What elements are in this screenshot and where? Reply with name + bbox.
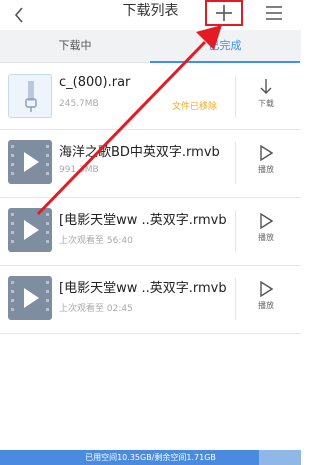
storage-text: 已用空间10.35GB/剩余空间1.71GB bbox=[85, 453, 216, 462]
plus-icon bbox=[216, 5, 232, 21]
action-label: 下载 bbox=[258, 99, 274, 108]
file-thumbnail bbox=[8, 74, 52, 118]
list-item[interactable]: 海洋之歌BD中英双字.rmvb 991.3MB 播放 bbox=[0, 130, 301, 198]
tab-downloading[interactable]: 下载中 bbox=[0, 30, 150, 63]
tab-completed[interactable]: 已完成 bbox=[150, 30, 300, 63]
chevron-left-icon bbox=[14, 7, 23, 23]
page-title: 下载列表 bbox=[122, 3, 179, 19]
video-thumbnail bbox=[8, 208, 52, 252]
tab-bar: 下载中 已完成 bbox=[0, 30, 301, 63]
file-icon bbox=[25, 81, 37, 112]
action-label: 播放 bbox=[258, 301, 274, 310]
file-name: 海洋之歌BD中英双字.rmvb bbox=[59, 145, 220, 160]
download-list: c_(800).rar 245.7MB 文件已移除 下载 海洋之歌BD中英双字.… bbox=[0, 64, 301, 334]
file-name: c_(800).rar bbox=[59, 75, 131, 90]
download-icon bbox=[260, 79, 272, 94]
status-label: 文件已移除 bbox=[172, 102, 218, 112]
divider bbox=[235, 278, 236, 320]
play-button[interactable]: 播放 bbox=[244, 210, 288, 254]
back-button[interactable] bbox=[8, 0, 30, 30]
file-size: 991.3MB bbox=[59, 165, 99, 175]
storage-bar: 已用空间10.35GB/剩余空间1.71GB bbox=[0, 450, 301, 465]
play-icon bbox=[260, 145, 273, 161]
divider bbox=[235, 142, 236, 184]
list-item[interactable]: [电影天堂ww ..英双字.rmvb 上次观看至 56:40 播放 bbox=[0, 198, 301, 266]
list-item[interactable]: [电影天堂ww ..英双字.rmvb 上次观看至 02:45 播放 bbox=[0, 266, 301, 334]
list-item[interactable]: c_(800).rar 245.7MB 文件已移除 下载 bbox=[0, 64, 301, 130]
video-icon bbox=[11, 145, 49, 175]
file-name: [电影天堂ww ..英双字.rmvb bbox=[59, 281, 227, 296]
divider bbox=[235, 76, 236, 118]
video-icon bbox=[11, 213, 49, 243]
active-tab-indicator bbox=[150, 61, 300, 63]
video-thumbnail bbox=[8, 140, 52, 184]
play-button[interactable]: 播放 bbox=[244, 278, 288, 322]
add-download-button[interactable] bbox=[205, 0, 243, 26]
watch-progress: 上次观看至 02:45 bbox=[59, 304, 133, 314]
download-button[interactable]: 下载 bbox=[244, 76, 288, 120]
divider bbox=[235, 210, 236, 252]
play-button[interactable]: 播放 bbox=[244, 142, 288, 186]
menu-button[interactable] bbox=[260, 0, 288, 26]
play-icon bbox=[260, 213, 273, 229]
action-label: 播放 bbox=[258, 165, 274, 174]
action-label: 播放 bbox=[258, 233, 274, 242]
file-name: [电影天堂ww ..英双字.rmvb bbox=[59, 213, 227, 228]
video-thumbnail bbox=[8, 276, 52, 320]
watch-progress: 上次观看至 56:40 bbox=[59, 236, 133, 246]
hamburger-menu-icon bbox=[266, 6, 282, 20]
video-icon bbox=[11, 281, 49, 311]
header: 下载列表 bbox=[0, 0, 301, 30]
play-icon bbox=[260, 281, 273, 297]
